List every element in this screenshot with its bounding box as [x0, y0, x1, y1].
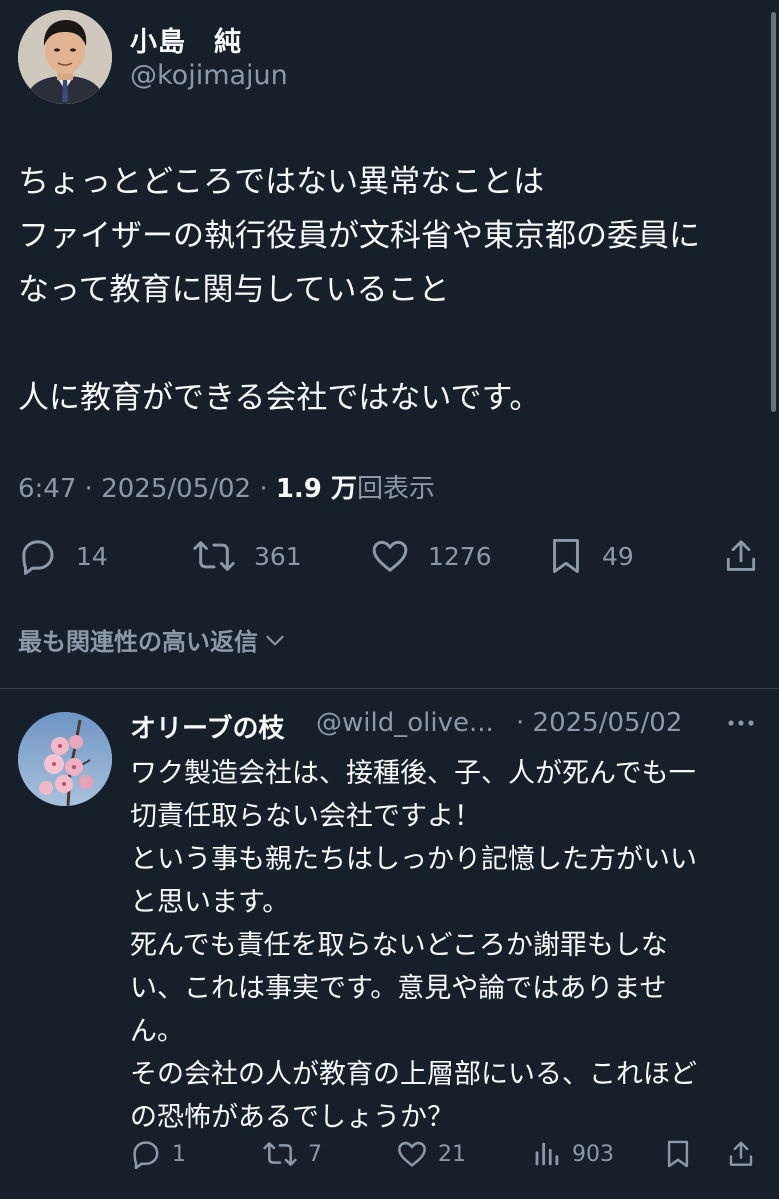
reply-text-line: い、これは事実です。意見や論ではありませ	[130, 973, 667, 1004]
reply-text-line: という事も親たちはしっかり記憶した方がいい	[130, 844, 697, 875]
tweet-text-line	[18, 317, 758, 371]
retweet-icon	[193, 541, 235, 571]
reply-icon	[133, 1141, 159, 1170]
reply-text-line: ん。	[130, 1016, 184, 1047]
reply-share-button[interactable]	[726, 1132, 756, 1176]
share-icon	[729, 1141, 753, 1166]
reply-text-line: と思います。	[130, 887, 290, 918]
bookmark-count: 49	[602, 541, 634, 571]
reply-text-line: ワク製造会社は、接種後、子、人が死んでも一	[130, 758, 696, 789]
retweet-count: 361	[254, 541, 302, 571]
tweet-date[interactable]: 2025/05/02	[101, 474, 251, 504]
views-count: 1.9 万	[275, 474, 357, 504]
reply-views-button[interactable]: 903	[532, 1132, 614, 1176]
reply-button[interactable]: 14	[18, 530, 108, 582]
bookmark-icon	[667, 1140, 689, 1168]
reply-like-button[interactable]: 21	[396, 1132, 466, 1176]
reply-retweet-count: 7	[308, 1141, 322, 1167]
reply-text-line: その会社の人が教育の上層部にいる、これほど	[130, 1059, 697, 1090]
bookmark-icon	[553, 538, 579, 574]
tweet-time[interactable]: 6:47	[18, 474, 76, 504]
divider	[0, 688, 779, 689]
reply-like-count: 21	[438, 1141, 466, 1167]
related-replies-label: 最も関連性の高い返信	[18, 628, 258, 656]
share-button[interactable]	[722, 530, 760, 582]
chevron-down-icon	[266, 635, 284, 645]
more-icon[interactable]	[726, 718, 756, 728]
avatar-image	[18, 712, 112, 806]
reply-count: 14	[76, 541, 108, 571]
reply-icon	[22, 540, 54, 575]
reply-author-handle[interactable]: @wild_olive...	[316, 708, 494, 738]
bookmark-button[interactable]: 49	[548, 530, 634, 582]
reply-reply-count: 1	[172, 1141, 186, 1167]
author-handle[interactable]: @kojimajun	[130, 60, 288, 91]
meta-separator: ·	[84, 474, 93, 504]
reply-views-count: 903	[572, 1141, 614, 1167]
views-icon	[535, 1142, 559, 1166]
reply-bookmark-button[interactable]	[664, 1132, 692, 1176]
like-button[interactable]: 1276	[370, 530, 492, 582]
meta-separator: ·	[259, 474, 268, 504]
author-avatar[interactable]	[18, 10, 112, 104]
reply-actions: 1 7 21 903	[0, 1132, 779, 1176]
main-tweet: 小島 純 @kojimajun ちょっとどころではない異常なことは ファイザーの…	[0, 0, 779, 690]
retweet-button[interactable]: 361	[192, 530, 302, 582]
reply-author-avatar[interactable]	[18, 712, 112, 806]
avatar-image	[18, 10, 112, 104]
reply-text-line: 切責任取らない会社ですよ！	[130, 801, 481, 832]
views-label: 回表示	[356, 474, 435, 504]
reply-date[interactable]: · 2025/05/02	[516, 708, 682, 738]
like-icon	[372, 540, 408, 572]
author-name[interactable]: 小島 純	[130, 20, 242, 59]
reply-header: オリーブの枝 @wild_olive... · 2025/05/02	[130, 708, 770, 748]
tweet-text: ちょっとどころではない異常なことは ファイザーの執行役員が文科省や東京都の委員に…	[18, 155, 758, 425]
tweet-actions: 14 361 1276 49	[0, 530, 779, 582]
like-count: 1276	[428, 541, 492, 571]
retweet-icon	[263, 1142, 297, 1166]
share-icon	[726, 540, 756, 571]
reply-text-line: 死んでも責任を取らないどころか謝罪もしな	[130, 930, 668, 961]
tweet-text-line: 人に教育ができる会社ではないです。	[18, 380, 541, 416]
tweet-meta: 6:47 · 2025/05/02 · 1.9 万回表示	[18, 468, 435, 505]
related-replies-sort[interactable]: 最も関連性の高い返信	[18, 622, 288, 657]
tweet-text-line: なって教育に関与していること	[18, 272, 450, 308]
reply-retweet-button[interactable]: 7	[262, 1132, 322, 1176]
tweet-text-line: ファイザーの執行役員が文科省や東京都の委員に	[18, 218, 700, 254]
like-icon	[398, 1141, 426, 1167]
reply-text: ワク製造会社は、接種後、子、人が死んでも一 切責任取らない会社ですよ！ という事…	[130, 752, 765, 1139]
reply-reply-button[interactable]: 1	[130, 1132, 186, 1176]
reply-author-name[interactable]: オリーブの枝	[130, 708, 284, 745]
tweet-text-line: ちょっとどころではない異常なことは	[18, 164, 545, 200]
